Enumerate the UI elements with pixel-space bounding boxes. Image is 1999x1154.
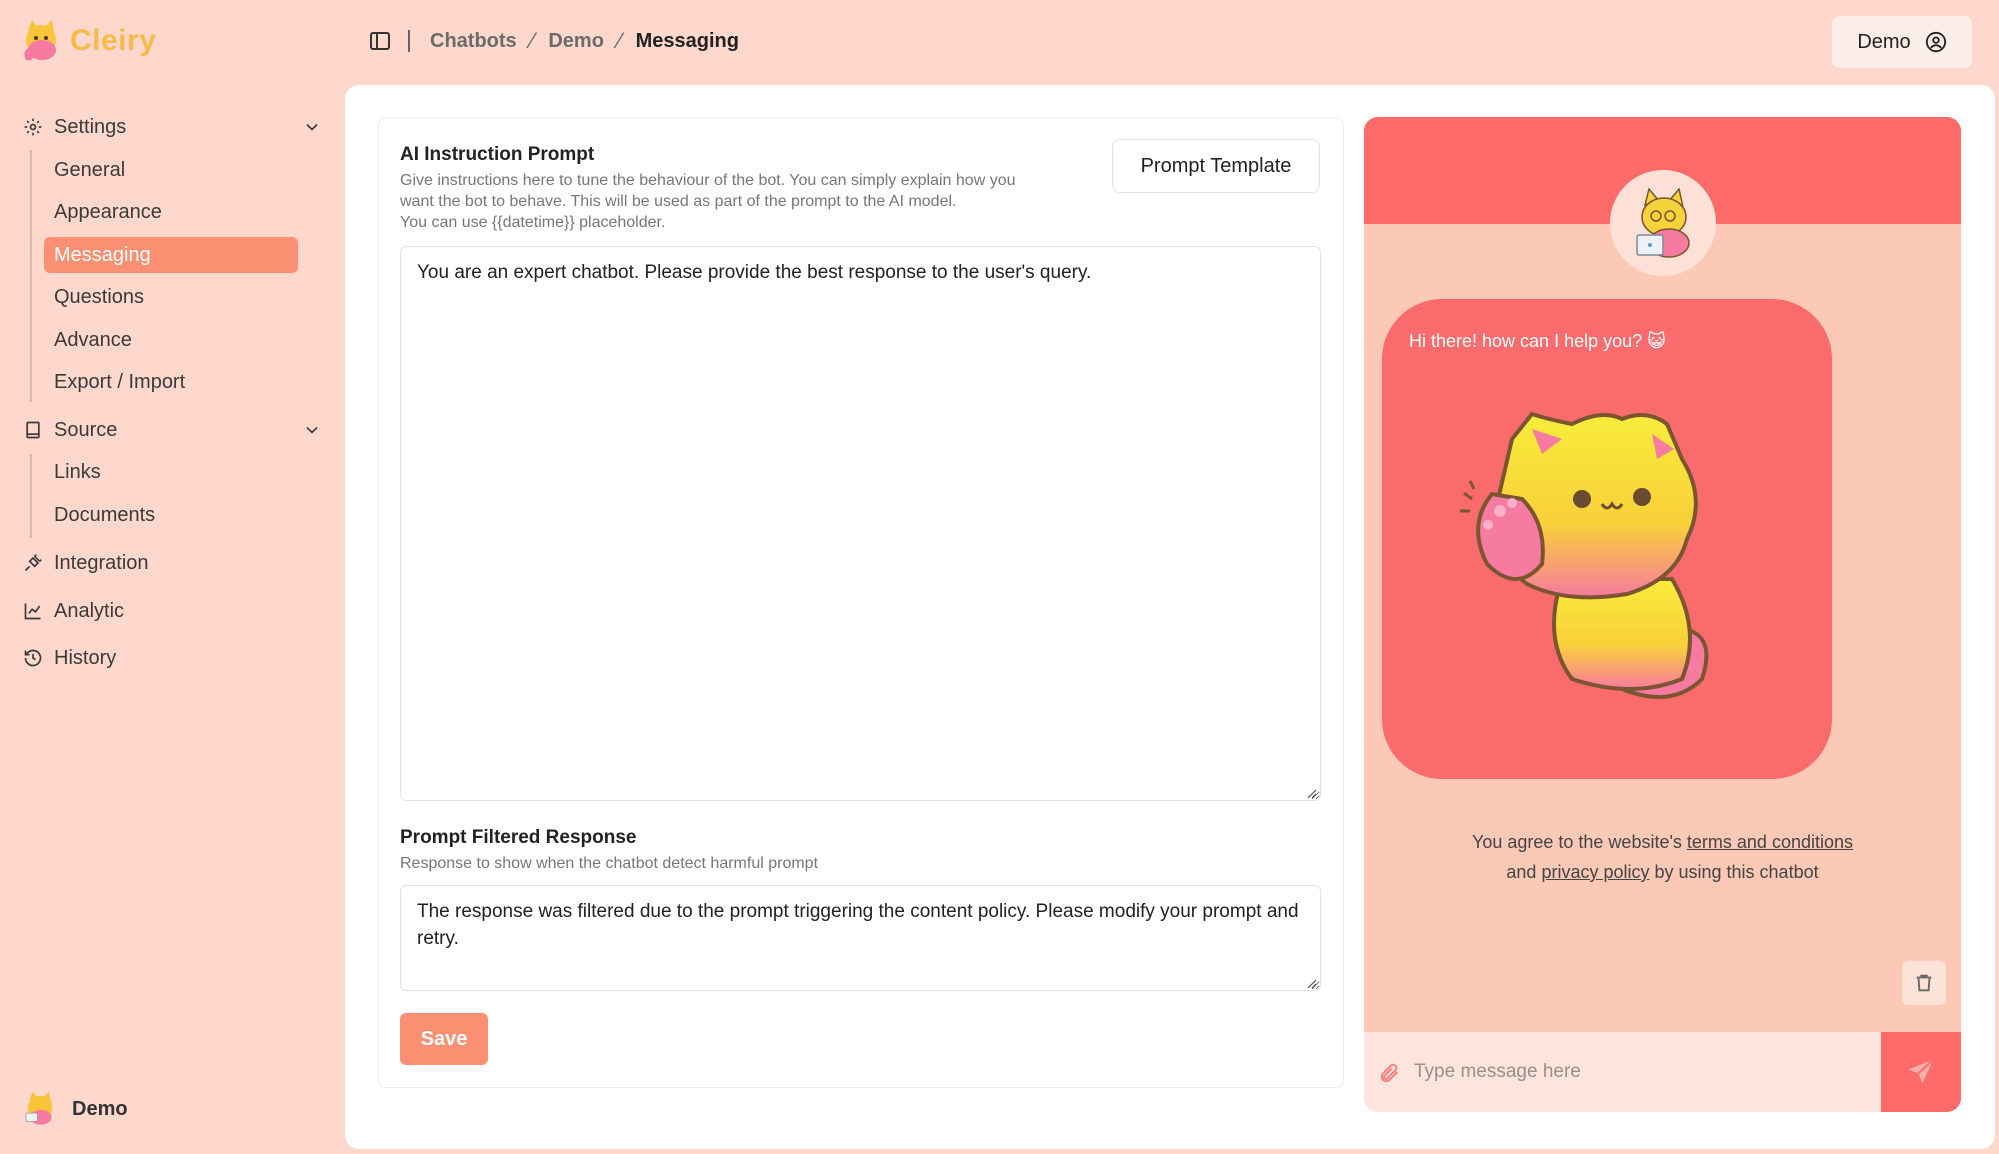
sidebar-item-integration[interactable]: Integration bbox=[22, 545, 322, 581]
sidebar-item-general[interactable]: General bbox=[44, 152, 298, 188]
terms-and: and bbox=[1506, 862, 1542, 882]
chevron-down-icon bbox=[306, 123, 318, 131]
prompt-textarea[interactable]: You are an expert chatbot. Please provid… bbox=[400, 246, 1321, 801]
prompt-title: AI Instruction Prompt bbox=[400, 144, 595, 165]
sidebar-item-messaging[interactable]: Messaging bbox=[44, 237, 298, 273]
send-button[interactable] bbox=[1881, 1032, 1961, 1112]
filtered-response-help: Response to show when the chatbot detect… bbox=[400, 855, 819, 872]
terms-prefix: You agree to the website's bbox=[1471, 832, 1687, 852]
trash-icon bbox=[1916, 974, 1932, 992]
user-name: Demo bbox=[72, 1097, 128, 1120]
cat-logo-icon bbox=[24, 20, 56, 61]
sidebar-item-label: Analytic bbox=[54, 599, 125, 622]
resize-grip-icon bbox=[1307, 789, 1317, 799]
sidebar-item-questions[interactable]: Questions bbox=[44, 279, 298, 315]
sidebar-item-documents[interactable]: Documents bbox=[44, 497, 298, 533]
clear-chat-button[interactable] bbox=[1902, 961, 1946, 1005]
send-icon bbox=[1908, 1058, 1935, 1084]
breadcrumb-separator: ⁄ bbox=[617, 28, 622, 53]
chat-input-bar bbox=[1364, 1032, 1961, 1112]
resize-grip-icon bbox=[1307, 979, 1317, 989]
sidebar-group-label: Settings bbox=[54, 115, 127, 138]
chat-avatar bbox=[1610, 170, 1716, 276]
sidebar-group-label: Source bbox=[54, 418, 118, 441]
user-circle-icon bbox=[1925, 31, 1946, 53]
sidebar-toggle-icon[interactable] bbox=[368, 29, 392, 53]
filtered-response-title: Prompt Filtered Response bbox=[400, 827, 637, 848]
sidebar-group-source[interactable]: Source bbox=[22, 412, 322, 448]
chevron-down-icon bbox=[306, 426, 318, 434]
filtered-response-textarea[interactable]: The response was filtered due to the pro… bbox=[400, 885, 1321, 991]
terms-suffix: by using this chatbot bbox=[1649, 862, 1819, 882]
tree-line bbox=[30, 150, 32, 402]
app-logo[interactable]: Cleiry bbox=[20, 18, 156, 64]
breadcrumb: Chatbots ⁄ Demo ⁄ Messaging bbox=[368, 28, 739, 54]
breadcrumb-demo[interactable]: Demo bbox=[548, 30, 604, 53]
chart-icon bbox=[22, 600, 44, 622]
history-icon bbox=[22, 647, 44, 669]
prompt-template-button[interactable]: Prompt Template bbox=[1112, 139, 1320, 193]
sidebar-item-advance[interactable]: Advance bbox=[44, 322, 298, 358]
sidebar-item-history[interactable]: History bbox=[22, 640, 322, 676]
sidebar-user[interactable]: Demo bbox=[22, 1090, 128, 1128]
tree-line bbox=[30, 454, 32, 538]
gear-icon bbox=[22, 116, 44, 138]
plug-icon bbox=[22, 552, 44, 574]
sidebar-item-links[interactable]: Links bbox=[44, 454, 298, 490]
book-icon bbox=[22, 419, 44, 441]
user-menu-label: Demo bbox=[1857, 30, 1911, 53]
sidebar-group-settings[interactable]: Settings bbox=[22, 109, 322, 145]
prompt-help-line: Give instructions here to tune the behav… bbox=[400, 172, 1016, 189]
sidebar-item-export-import[interactable]: Export / Import bbox=[44, 364, 298, 400]
privacy-link[interactable]: privacy policy bbox=[1541, 862, 1649, 882]
breadcrumb-separator: ⁄ bbox=[530, 28, 535, 53]
chat-preview: Hi there! how can I help you? 😺 You agre… bbox=[1364, 117, 1961, 1112]
sidebar-item-appearance[interactable]: Appearance bbox=[44, 194, 298, 230]
chat-message-bubble: Hi there! how can I help you? 😺 bbox=[1382, 299, 1832, 779]
app-name: Cleiry bbox=[70, 24, 157, 57]
prompt-help-line: You can use {{datetime}} placeholder. bbox=[400, 214, 666, 231]
chat-message-input[interactable] bbox=[1414, 1052, 1854, 1092]
breadcrumb-current: Messaging bbox=[635, 29, 739, 52]
save-button[interactable]: Save bbox=[400, 1013, 488, 1065]
breadcrumb-chatbots[interactable]: Chatbots bbox=[430, 30, 517, 53]
avatar bbox=[25, 1091, 53, 1125]
waving-cat-illustration bbox=[1460, 411, 1709, 699]
terms-notice: You agree to the website's terms and con… bbox=[1364, 827, 1961, 887]
sidebar-item-label: Integration bbox=[54, 551, 149, 574]
sidebar-item-label: History bbox=[54, 646, 117, 669]
chat-greeting: Hi there! how can I help you? 😺 bbox=[1409, 331, 1666, 351]
cat-with-laptop-icon bbox=[1636, 187, 1690, 258]
terms-link[interactable]: terms and conditions bbox=[1687, 832, 1853, 852]
divider bbox=[408, 30, 410, 52]
user-menu-button[interactable]: Demo bbox=[1832, 16, 1972, 68]
sidebar-item-analytic[interactable]: Analytic bbox=[22, 593, 322, 629]
paperclip-icon[interactable] bbox=[1378, 1062, 1400, 1084]
prompt-help-line: want the bot to behave. This will be use… bbox=[400, 193, 957, 210]
